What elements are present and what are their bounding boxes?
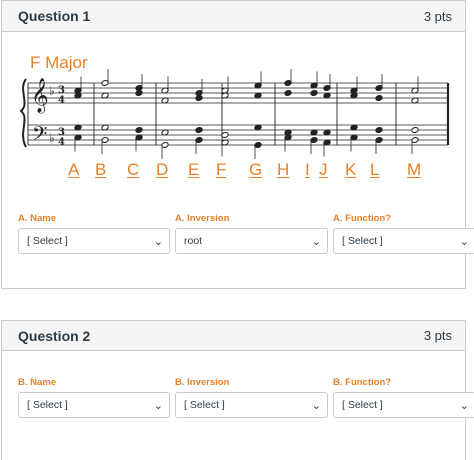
chord-letter-d[interactable]: D	[156, 160, 168, 180]
note-head	[195, 126, 203, 134]
note-head	[375, 94, 383, 102]
b-inversion-label: B. Inversion	[175, 377, 230, 388]
brace	[19, 78, 27, 148]
b-name-label: B. Name	[18, 377, 57, 388]
a-name-label: A. Name	[18, 213, 57, 224]
note-head	[310, 89, 318, 97]
b-name-select[interactable]: [ Select ] ⌄	[18, 392, 170, 418]
chevron-down-icon: ⌄	[153, 399, 163, 412]
chevron-down-icon: ⌄	[459, 235, 469, 248]
chord-letter-i[interactable]: I	[305, 160, 310, 180]
chord-letter-f[interactable]: F	[216, 160, 226, 180]
chord-letter-b[interactable]: B	[95, 160, 106, 180]
a-inversion-select[interactable]: root ⌄	[175, 228, 328, 254]
question-2-header: Question 2 3 pts	[2, 321, 465, 351]
note-head	[195, 94, 203, 102]
question-2-card: Question 2 3 pts B. Name [ Select ] ⌄ B.…	[1, 320, 474, 460]
a-function-select[interactable]: [ Select ] ⌄	[333, 228, 474, 254]
question-1-header: Question 1 3 pts	[2, 1, 465, 32]
a-inversion-field: A. Inversion root ⌄	[175, 213, 328, 254]
note-head	[375, 126, 383, 134]
b-function-select[interactable]: [ Select ] ⌄	[333, 392, 474, 418]
b-inversion-select[interactable]: [ Select ] ⌄	[175, 392, 328, 418]
note-head	[135, 89, 143, 97]
a-name-value: [ Select ]	[27, 235, 68, 247]
b-name-value: [ Select ]	[27, 399, 68, 411]
a-name-field: A. Name [ Select ] ⌄	[18, 213, 170, 254]
chord-letter-c[interactable]: C	[127, 160, 139, 180]
chevron-down-icon: ⌄	[311, 399, 321, 412]
note-head	[284, 89, 292, 97]
note-head	[135, 126, 143, 134]
b-name-field: B. Name [ Select ] ⌄	[18, 377, 170, 418]
a-inversion-label: A. Inversion	[175, 213, 230, 224]
time-signature-bottom: 4	[58, 137, 65, 148]
a-name-select[interactable]: [ Select ] ⌄	[18, 228, 170, 254]
a-function-label: A. Function?	[333, 213, 392, 224]
question-1-card: Question 1 3 pts F Major 𝄞 𝄢 ♭ ♭ 3 4 3 4…	[1, 0, 474, 289]
b-function-field: B. Function? [ Select ] ⌄	[333, 377, 474, 418]
bass-clef-icon: 𝄢	[32, 122, 47, 150]
b-function-label: B. Function?	[333, 377, 392, 388]
b-inversion-field: B. Inversion [ Select ] ⌄	[175, 377, 328, 418]
note-head	[411, 126, 419, 134]
flat-icon: ♭	[49, 84, 55, 98]
chord-letter-e[interactable]: E	[188, 160, 199, 180]
chord-letter-l[interactable]: L	[370, 160, 379, 180]
question-1-points: 3 pts	[423, 8, 452, 24]
chord-letter-m[interactable]: M	[407, 160, 421, 180]
question-2-points: 3 pts	[423, 328, 452, 343]
question-2-title: Question 2	[18, 327, 91, 344]
a-inversion-value: root	[184, 235, 203, 247]
chord-letter-g[interactable]: G	[249, 160, 262, 180]
chord-letter-h[interactable]: H	[277, 160, 289, 180]
treble-clef-icon: 𝄞	[31, 78, 49, 114]
chord-letter-links: AB CDEF GHIJKL M	[2, 160, 467, 186]
chord-letter-j[interactable]: J	[319, 160, 328, 180]
chevron-down-icon: ⌄	[459, 399, 469, 412]
question-1-title: Question 1	[18, 8, 91, 24]
flat-icon: ♭	[49, 131, 55, 145]
chevron-down-icon: ⌄	[153, 235, 163, 248]
chord-letter-a[interactable]: A	[68, 160, 79, 180]
chevron-down-icon: ⌄	[311, 235, 321, 248]
b-function-value: [ Select ]	[342, 399, 383, 411]
grand-staff-image: 𝄞 𝄢 ♭ ♭ 3 4 3 4	[19, 69, 450, 159]
time-signature-top: 4	[58, 95, 65, 106]
b-inversion-value: [ Select ]	[184, 399, 225, 411]
a-function-value: [ Select ]	[342, 235, 383, 247]
chord-letter-k[interactable]: K	[345, 160, 356, 180]
a-function-field: A. Function? [ Select ] ⌄	[333, 213, 474, 254]
